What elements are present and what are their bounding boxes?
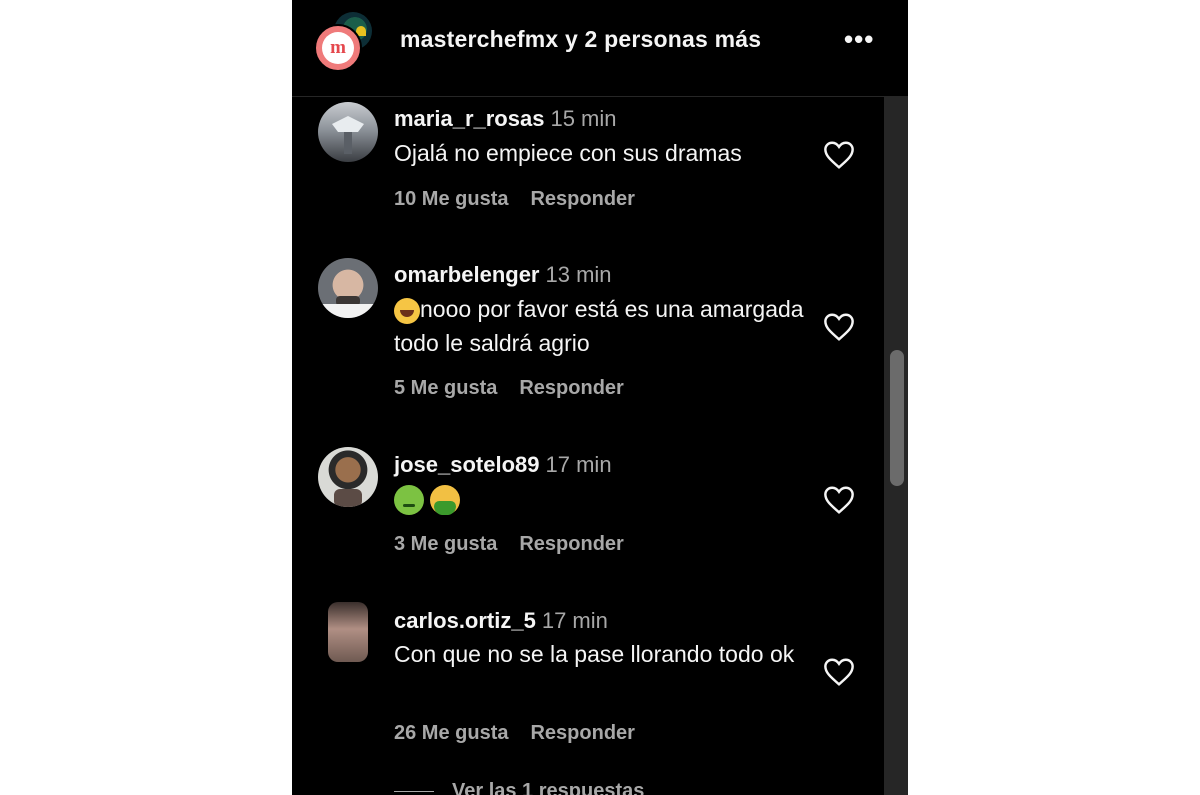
masterchef-logo-letter: m — [330, 37, 346, 58]
comment-time: 17 min — [545, 452, 612, 477]
avatar-photo-icon — [334, 489, 362, 507]
masterchef-avatar[interactable]: m — [314, 24, 362, 72]
reply-button[interactable]: Responder — [530, 188, 634, 210]
comment-text: Con que no se la pase llorando todo ok — [394, 641, 795, 667]
collab-avatars[interactable]: m — [314, 12, 384, 78]
avatar-photo-icon — [318, 296, 378, 318]
reply-button[interactable]: Responder — [519, 377, 623, 399]
reply-button[interactable]: Responder — [519, 533, 623, 555]
comment-username[interactable]: jose_sotelo89 17 min — [394, 452, 612, 478]
comment-avatar[interactable] — [328, 602, 368, 662]
username-text[interactable]: omarbelenger — [394, 262, 540, 287]
nauseated-face-emoji-icon — [394, 484, 424, 515]
likes-count[interactable]: 3 Me gusta — [394, 533, 497, 555]
comment-avatar[interactable] — [318, 102, 378, 162]
comment-text: Ojalá no empiece con sus dramas — [394, 140, 742, 166]
comment-text: nooo por favor está es una amargada todo… — [394, 292, 814, 360]
vomiting-face-emoji-icon — [430, 484, 461, 515]
comment-text — [394, 481, 814, 515]
username-text[interactable]: carlos.ortiz_5 — [394, 608, 536, 633]
likes-count[interactable]: 26 Me gusta — [394, 722, 508, 744]
comment-avatar[interactable] — [318, 258, 378, 318]
tears-of-joy-emoji-icon — [394, 297, 420, 324]
comment-time: 13 min — [545, 262, 612, 287]
comments-panel: m masterchefmx y 2 personas más ••• mari… — [292, 0, 908, 795]
comment-avatar[interactable] — [318, 447, 378, 507]
more-options-icon[interactable]: ••• — [844, 24, 874, 55]
reply-button[interactable]: Responder — [530, 722, 634, 744]
scrollbar-thumb[interactable] — [890, 350, 904, 486]
like-heart-icon[interactable] — [822, 312, 856, 342]
comment-username[interactable]: maria_r_rosas 15 min — [394, 106, 617, 132]
comment-time: 17 min — [541, 608, 608, 633]
like-heart-icon[interactable] — [822, 485, 856, 515]
comment-time: 15 min — [550, 106, 617, 131]
comment-username[interactable]: carlos.ortiz_5 17 min — [394, 608, 608, 634]
comment-meta: 3 Me gusta Responder — [394, 533, 624, 556]
like-heart-icon[interactable] — [822, 657, 856, 687]
comment-text-body: nooo por favor está es una amargada todo… — [394, 296, 804, 356]
avatar-photo-icon — [332, 116, 364, 154]
post-header: m masterchefmx y 2 personas más ••• — [292, 0, 908, 97]
view-replies-button[interactable]: Ver las 1 respuestas — [452, 780, 644, 795]
like-heart-icon[interactable] — [822, 140, 856, 170]
likes-count[interactable]: 5 Me gusta — [394, 377, 497, 399]
comment-meta: 5 Me gusta Responder — [394, 377, 624, 400]
comment-meta: 26 Me gusta Responder — [394, 722, 635, 745]
masterchef-logo-icon: m — [322, 32, 354, 64]
username-text[interactable]: maria_r_rosas — [394, 106, 544, 131]
comment-meta: 10 Me gusta Responder — [394, 188, 635, 211]
likes-count[interactable]: 10 Me gusta — [394, 188, 508, 210]
comment-username[interactable]: omarbelenger 13 min — [394, 262, 612, 288]
post-owner-title[interactable]: masterchefmx y 2 personas más — [400, 26, 761, 53]
username-text[interactable]: jose_sotelo89 — [394, 452, 540, 477]
